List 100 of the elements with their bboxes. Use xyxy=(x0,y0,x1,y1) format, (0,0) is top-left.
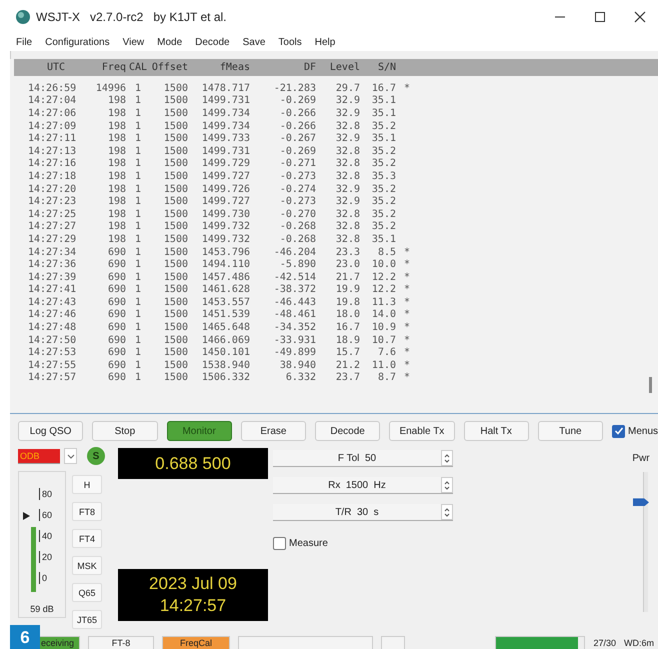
checkbox-label: Measure xyxy=(289,538,328,549)
column-header[interactable]: Offset xyxy=(150,62,190,73)
table-cell-text: 1 xyxy=(134,272,142,283)
table-cell-text: 1 xyxy=(134,284,142,296)
toolbar-button[interactable]: Decode xyxy=(315,421,380,441)
table-cell-text: 14:27:50 xyxy=(28,334,78,346)
spin-arrows-icon[interactable] xyxy=(444,480,450,490)
table-cell-text: 1538.940 xyxy=(200,360,251,371)
table-cell-text: 14:27:13 xyxy=(28,146,78,157)
mode-button[interactable]: Q65 xyxy=(72,583,102,602)
mode-button[interactable]: MSK xyxy=(72,556,102,575)
table-cell-text: * xyxy=(402,347,412,358)
spin-arrows-icon[interactable] xyxy=(444,508,450,516)
table-cell-text: 690 xyxy=(106,322,127,334)
table-cell-text: 14:27:29 xyxy=(28,234,78,245)
close-icon[interactable] xyxy=(634,10,646,22)
menus-checkbox[interactable] xyxy=(612,424,625,438)
menu-item[interactable]: File xyxy=(16,36,32,48)
table-cell-text: 1500 xyxy=(162,372,189,384)
measure-checkbox[interactable] xyxy=(273,537,286,550)
spin-box[interactable]: Rx 1500 Hz xyxy=(273,477,453,494)
column-header[interactable]: fMeas xyxy=(190,62,252,73)
table-cell-text: 1499.729 xyxy=(200,158,251,170)
status-text: WD:6m xyxy=(624,638,654,648)
toolbar-button[interactable]: Stop xyxy=(92,421,158,441)
spin-arrows-icon[interactable] xyxy=(444,454,450,462)
table-cell-text: 29.7 xyxy=(334,82,361,94)
slider-thumb[interactable] xyxy=(633,498,649,506)
table-cell-text: 35.2 xyxy=(370,184,397,195)
table-cell-text: * xyxy=(402,334,412,346)
meter-tick-label: 80 xyxy=(39,488,52,500)
table-cell-text: 8.7 xyxy=(376,372,397,384)
meter-tick-label: 40 xyxy=(39,530,52,542)
status-text: 27/30 xyxy=(593,638,616,648)
table-cell-text: 35.2 xyxy=(370,208,397,220)
table-cell-text: 7.6 xyxy=(376,347,397,358)
menu-item[interactable]: Configurations xyxy=(45,36,110,48)
column-header[interactable]: UTC xyxy=(28,62,86,73)
toolbar-button[interactable]: Enable Tx xyxy=(389,421,454,441)
toolbar-button[interactable]: Tune xyxy=(538,421,603,441)
table-cell-text: 1 xyxy=(134,296,142,308)
table-cell-text: 14:27:18 xyxy=(28,170,78,182)
table-cell-text: * xyxy=(402,322,412,334)
table-cell-text: 32.8 xyxy=(334,221,361,232)
checkbox-label: Menus xyxy=(628,426,658,436)
spin-box[interactable]: F Tol 50 xyxy=(273,450,453,467)
menu-item[interactable]: Save xyxy=(242,36,266,48)
toolbar-button[interactable]: Halt Tx xyxy=(464,421,529,441)
column-header[interactable]: S/N xyxy=(362,62,398,73)
maximize-icon[interactable] xyxy=(594,10,606,22)
table-cell-text: -46.204 xyxy=(272,246,317,258)
table-cell-text: 32.9 xyxy=(334,95,361,106)
menu-item[interactable]: Tools xyxy=(278,36,302,48)
table-cell-text: 1 xyxy=(134,196,142,208)
column-header[interactable]: DF xyxy=(252,62,318,73)
table-cell-text: 14:27:23 xyxy=(28,196,78,208)
mode-button[interactable]: JT65 xyxy=(72,610,102,629)
toolbar-button[interactable]: Log QSO xyxy=(18,421,84,441)
table-cell-text: 16.7 xyxy=(334,322,361,334)
column-header[interactable]: Freq xyxy=(86,62,128,73)
table-cell-text: 1 xyxy=(134,133,142,144)
chevron-down-icon[interactable] xyxy=(66,452,74,460)
table-cell-text: 198 xyxy=(106,170,127,182)
scrollbar-thumb[interactable] xyxy=(649,377,652,393)
dropdown-button[interactable] xyxy=(64,448,77,464)
table-cell-text: 11.0 xyxy=(370,360,397,371)
table-cell-text: 14:27:06 xyxy=(28,108,78,119)
table-cell-text: 1500 xyxy=(162,221,189,232)
table-cell-text: * xyxy=(402,360,412,371)
table-cell-text: -0.270 xyxy=(278,208,317,220)
mode-button[interactable]: FT4 xyxy=(72,529,102,548)
table-cell-text: -0.267 xyxy=(278,133,317,144)
table-cell-text: -5.890 xyxy=(278,259,317,270)
table-cell-text: 1499.731 xyxy=(200,146,251,157)
mode-button[interactable]: H xyxy=(72,475,102,494)
table-cell-text: 198 xyxy=(106,95,127,106)
table-cell-text: 198 xyxy=(106,108,127,119)
spot-button[interactable]: S xyxy=(87,447,105,465)
table-cell-text: 1 xyxy=(134,309,142,320)
column-header[interactable]: CAL xyxy=(128,62,150,73)
table-cell-text: -48.461 xyxy=(272,309,317,320)
spin-box[interactable]: T/R 30 s xyxy=(273,504,453,521)
table-cell-text: -38.372 xyxy=(272,284,317,296)
table-cell-text: 14:27:04 xyxy=(28,95,78,106)
table-cell-text: 1499.727 xyxy=(200,196,251,208)
menu-item[interactable]: Decode xyxy=(195,36,230,48)
menu-item[interactable]: Mode xyxy=(157,36,182,48)
menu-item[interactable]: View xyxy=(122,36,144,48)
table-cell-text: * xyxy=(402,259,412,270)
toolbar-button[interactable]: Erase xyxy=(240,421,306,441)
table-cell-text: 1 xyxy=(134,360,142,371)
table-cell-text: 32.8 xyxy=(334,146,361,157)
column-header[interactable]: Level xyxy=(318,62,362,73)
table-cell-text: 1500 xyxy=(162,284,189,296)
table-cell-text: -0.268 xyxy=(278,221,317,232)
window-title: WSJT-X v2.7.0-rc2 by K1JT et al. xyxy=(36,10,227,24)
table-cell-text: 23.7 xyxy=(334,372,361,384)
table-cell-text: 1500 xyxy=(162,120,189,132)
mode-button[interactable]: FT8 xyxy=(72,502,102,521)
menu-item[interactable]: Help xyxy=(314,36,336,48)
